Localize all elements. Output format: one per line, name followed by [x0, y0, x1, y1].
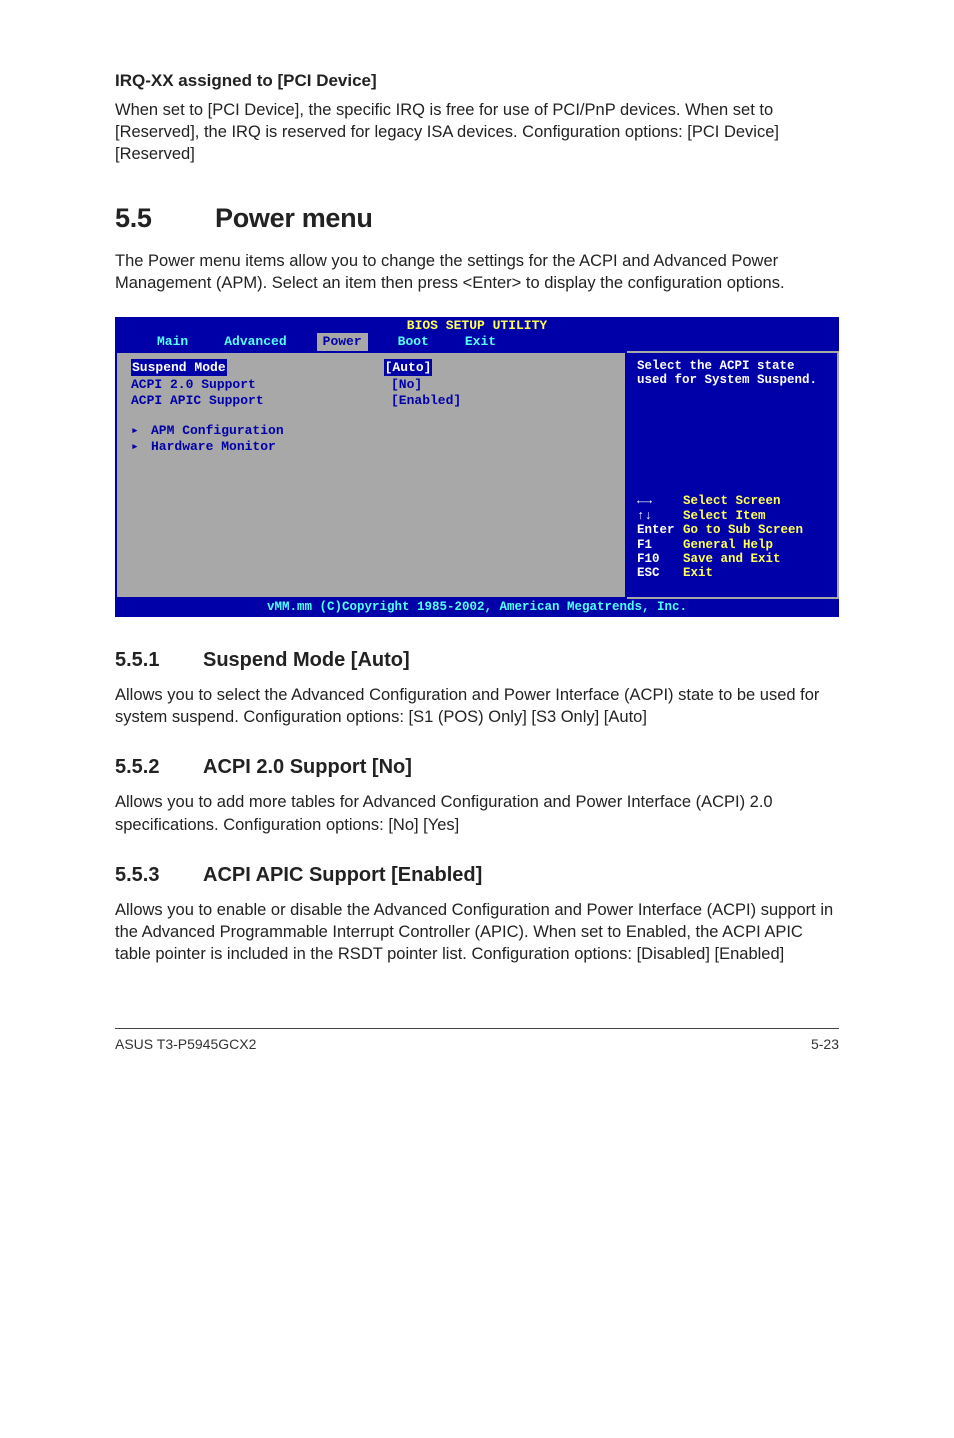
bios-row-apic[interactable]: ACPI APIC Support [Enabled] — [131, 392, 611, 408]
key-desc: Exit — [683, 566, 713, 580]
bios-body: Suspend Mode [Auto] ACPI 2.0 Support [No… — [115, 351, 839, 599]
subsection-553-heading: 5.5.3ACPI APIC Support [Enabled] — [115, 862, 839, 889]
key-desc: Select Screen — [683, 494, 781, 508]
key-label: Enter — [637, 523, 683, 537]
key-desc: Select Item — [683, 509, 766, 523]
bios-row-value: [No] — [391, 376, 422, 392]
bios-row-label: ACPI 2.0 Support — [131, 376, 391, 392]
subsection-number: 5.5.1 — [115, 647, 203, 674]
section-number: 5.5 — [115, 200, 215, 236]
page-footer: ASUS T3-P5945GCX2 5-23 — [115, 1028, 839, 1054]
subsection-553-body: Allows you to enable or disable the Adva… — [115, 899, 839, 966]
keyhelp-row: F10Save and Exit — [637, 552, 827, 566]
bios-row-spacer — [227, 359, 384, 377]
key-label: ↑↓ — [637, 509, 683, 523]
subsection-title: Suspend Mode [Auto] — [203, 649, 410, 671]
triangle-icon: ▸ — [131, 438, 151, 454]
keyhelp-gap — [637, 581, 827, 591]
bios-tabs: Main Advanced Power Boot Exit — [115, 333, 839, 351]
triangle-icon: ▸ — [131, 422, 151, 438]
bios-sub-label: Hardware Monitor — [151, 438, 276, 454]
bios-left-pane: Suspend Mode [Auto] ACPI 2.0 Support [No… — [115, 351, 627, 599]
section-heading: 5.5Power menu — [115, 200, 839, 236]
bios-sub-hwmon[interactable]: ▸ Hardware Monitor — [131, 438, 611, 454]
bios-row-suspend[interactable]: Suspend Mode [Auto] — [131, 359, 611, 377]
keyhelp-row: ESCExit — [637, 566, 827, 580]
tab-power[interactable]: Power — [317, 333, 368, 351]
key-desc: Save and Exit — [683, 552, 781, 566]
keyhelp-row: EnterGo to Sub Screen — [637, 523, 827, 537]
section-intro: The Power menu items allow you to change… — [115, 250, 839, 295]
footer-left: ASUS T3-P5945GCX2 — [115, 1035, 256, 1054]
irq-body: When set to [PCI Device], the specific I… — [115, 99, 839, 166]
bios-row-value: [Enabled] — [391, 392, 461, 408]
section-title: Power menu — [215, 203, 373, 233]
key-label: F1 — [637, 538, 683, 552]
bios-help-text: Select the ACPI state used for System Su… — [637, 359, 827, 388]
bios-row-label: Suspend Mode — [131, 359, 227, 377]
bios-gap — [131, 408, 611, 422]
subsection-title: ACPI APIC Support [Enabled] — [203, 864, 482, 886]
key-label: ←→ — [637, 494, 683, 508]
bios-row-value: [Auto] — [384, 359, 433, 377]
bios-header: BIOS SETUP UTILITY — [115, 317, 839, 333]
key-desc: Go to Sub Screen — [683, 523, 803, 537]
bios-sub-apm[interactable]: ▸ APM Configuration — [131, 422, 611, 438]
bios-footer: vMM.mm (C)Copyright 1985-2002, American … — [115, 599, 839, 617]
keyhelp-row: ←→Select Screen — [637, 494, 827, 508]
subsection-551-body: Allows you to select the Advanced Config… — [115, 684, 839, 729]
tab-main[interactable]: Main — [151, 333, 194, 351]
bios-row-label: ACPI APIC Support — [131, 392, 391, 408]
subsection-number: 5.5.3 — [115, 862, 203, 889]
keyhelp-row: ↑↓Select Item — [637, 509, 827, 523]
key-desc: General Help — [683, 538, 773, 552]
key-label: ESC — [637, 566, 683, 580]
bios-sub-label: APM Configuration — [151, 422, 284, 438]
bios-row-acpi20[interactable]: ACPI 2.0 Support [No] — [131, 376, 611, 392]
subsection-552-body: Allows you to add more tables for Advanc… — [115, 791, 839, 836]
tab-exit[interactable]: Exit — [459, 333, 502, 351]
tab-advanced[interactable]: Advanced — [218, 333, 292, 351]
subsection-number: 5.5.2 — [115, 754, 203, 781]
keyhelp-row: F1General Help — [637, 538, 827, 552]
subsection-551-heading: 5.5.1Suspend Mode [Auto] — [115, 647, 839, 674]
bios-right-pane: Select the ACPI state used for System Su… — [627, 351, 839, 599]
tab-boot[interactable]: Boot — [392, 333, 435, 351]
irq-heading: IRQ-XX assigned to [PCI Device] — [115, 70, 839, 93]
bios-key-help: ←→Select Screen ↑↓Select Item EnterGo to… — [637, 494, 827, 590]
subsection-title: ACPI 2.0 Support [No] — [203, 756, 412, 778]
footer-right: 5-23 — [811, 1035, 839, 1054]
bios-panel: BIOS SETUP UTILITY Main Advanced Power B… — [115, 317, 839, 617]
subsection-552-heading: 5.5.2ACPI 2.0 Support [No] — [115, 754, 839, 781]
key-label: F10 — [637, 552, 683, 566]
